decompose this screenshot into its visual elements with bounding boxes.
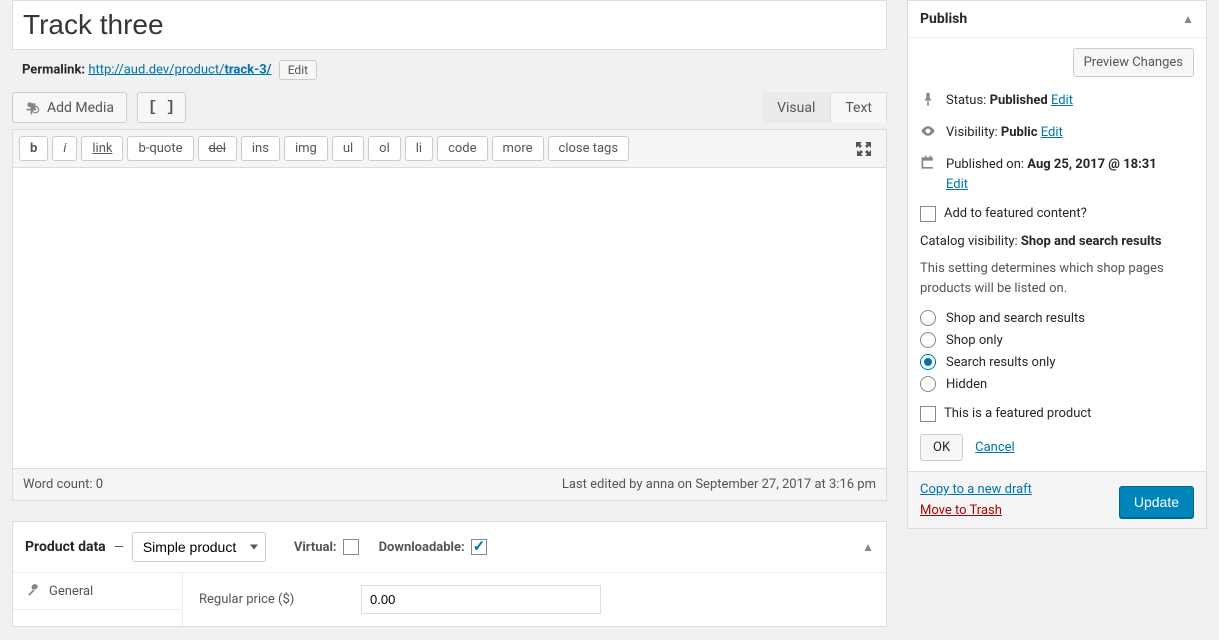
radio-label: Shop and search results xyxy=(946,311,1085,326)
tab-visual[interactable]: Visual xyxy=(762,92,830,123)
product-type-select[interactable]: Simple product xyxy=(132,532,266,562)
tool-bold[interactable]: b xyxy=(19,136,48,161)
featured-product-checkbox[interactable] xyxy=(920,406,936,422)
last-edited-label: Last edited by anna on September 27, 201… xyxy=(562,477,876,492)
update-button[interactable]: Update xyxy=(1119,486,1194,518)
permalink-link[interactable]: http://aud.dev/product/track-3/ xyxy=(88,62,271,77)
virtual-checkbox[interactable] xyxy=(343,539,359,555)
fullscreen-icon[interactable] xyxy=(854,139,874,159)
collapse-icon[interactable]: ▲ xyxy=(862,540,874,554)
status-label: Status: xyxy=(946,93,986,108)
add-media-label: Add Media xyxy=(47,100,114,116)
tool-code[interactable]: code xyxy=(437,136,487,161)
published-label: Published on: xyxy=(946,157,1024,172)
radio-icon[interactable] xyxy=(920,332,936,348)
radio-icon[interactable] xyxy=(920,354,936,370)
pin-icon xyxy=(920,91,938,111)
product-data-heading: Product data xyxy=(25,539,106,555)
visibility-value: Public xyxy=(1001,125,1038,140)
radio-label: Shop only xyxy=(946,333,1003,348)
permalink-row: Permalink: http://aud.dev/product/track-… xyxy=(12,50,887,92)
move-to-trash-link[interactable]: Move to Trash xyxy=(920,503,1032,518)
tool-close-tags[interactable]: close tags xyxy=(548,136,630,161)
featured-content-checkbox[interactable] xyxy=(920,206,936,222)
publish-heading: Publish xyxy=(920,11,967,27)
published-value: Aug 25, 2017 @ 18:31 xyxy=(1027,157,1156,172)
status-value: Published xyxy=(990,93,1048,108)
word-count-label: Word count: 0 xyxy=(23,477,103,492)
catalog-visibility-value: Shop and search results xyxy=(1021,234,1162,249)
featured-content-label: Add to featured content? xyxy=(944,206,1087,221)
featured-product-label: This is a featured product xyxy=(944,406,1091,421)
post-title-input[interactable] xyxy=(12,0,887,50)
tool-italic[interactable]: i xyxy=(52,136,77,161)
tool-li[interactable]: li xyxy=(405,136,433,161)
visibility-label: Visibility: xyxy=(946,125,998,140)
tool-bquote[interactable]: b-quote xyxy=(127,136,193,161)
copy-draft-link[interactable]: Copy to a new draft xyxy=(920,482,1032,497)
catalog-visibility-desc: This setting determines which shop pages… xyxy=(920,259,1194,298)
editor-box: b i link b-quote del ins img ul ol li co… xyxy=(12,129,887,501)
eye-icon xyxy=(920,123,938,143)
edit-visibility-link[interactable]: Edit xyxy=(1041,125,1063,140)
product-data-box: Product data — Simple product Virtual: D… xyxy=(12,521,887,627)
tool-ul[interactable]: ul xyxy=(332,136,364,161)
regular-price-label: Regular price ($) xyxy=(199,592,349,607)
radio-icon[interactable] xyxy=(920,376,936,392)
permalink-label: Permalink: xyxy=(22,62,85,77)
radio-label: Search results only xyxy=(946,355,1055,370)
cancel-link[interactable]: Cancel xyxy=(975,440,1015,455)
media-icon xyxy=(25,100,41,116)
collapse-icon[interactable]: ▲ xyxy=(1182,12,1194,26)
radio-icon[interactable] xyxy=(920,310,936,326)
tool-img[interactable]: img xyxy=(284,136,328,161)
tab-general[interactable]: General xyxy=(13,573,182,610)
catalog-radio-option[interactable]: Shop only xyxy=(920,332,1194,348)
wrench-icon xyxy=(25,583,41,599)
tool-link[interactable]: link xyxy=(81,136,123,161)
catalog-radio-option[interactable]: Shop and search results xyxy=(920,310,1194,326)
downloadable-checkbox[interactable] xyxy=(471,539,487,555)
downloadable-option[interactable]: Downloadable: xyxy=(379,539,487,555)
edit-date-link[interactable]: Edit xyxy=(946,177,968,192)
catalog-visibility-label: Catalog visibility: xyxy=(920,234,1018,249)
text-toolbar: b i link b-quote del ins img ul ol li co… xyxy=(13,130,886,168)
tool-del[interactable]: del xyxy=(198,136,237,161)
distraction-free-button[interactable]: [ ] xyxy=(137,92,186,123)
regular-price-input[interactable] xyxy=(361,585,601,614)
catalog-radio-option[interactable]: Hidden xyxy=(920,376,1194,392)
catalog-radio-option[interactable]: Search results only xyxy=(920,354,1194,370)
tab-text[interactable]: Text xyxy=(830,92,887,123)
tool-ins[interactable]: ins xyxy=(241,136,280,161)
ok-button[interactable]: OK xyxy=(920,434,963,461)
preview-changes-button[interactable]: Preview Changes xyxy=(1073,48,1194,77)
radio-label: Hidden xyxy=(946,377,987,392)
tool-ol[interactable]: ol xyxy=(368,136,401,161)
edit-permalink-button[interactable]: Edit xyxy=(279,60,317,80)
edit-status-link[interactable]: Edit xyxy=(1051,93,1073,108)
publish-box: Publish ▲ Preview Changes Status: Publis… xyxy=(907,0,1207,529)
add-media-button[interactable]: Add Media xyxy=(12,92,127,123)
content-textarea[interactable] xyxy=(13,168,886,468)
tool-more[interactable]: more xyxy=(492,136,544,161)
calendar-icon xyxy=(920,155,938,175)
virtual-option[interactable]: Virtual: xyxy=(294,539,359,555)
